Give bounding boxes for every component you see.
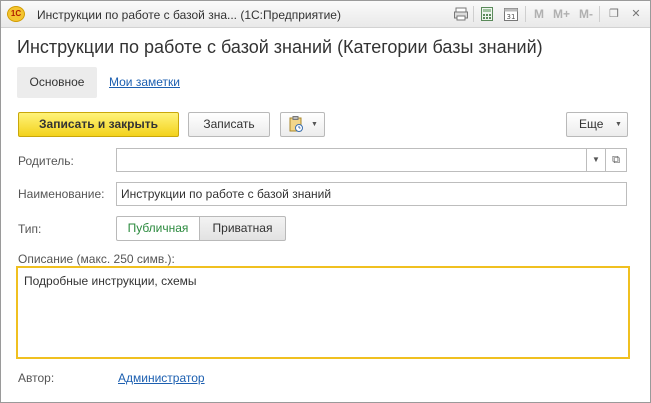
chevron-down-icon: ▼ xyxy=(311,121,318,128)
parent-input[interactable] xyxy=(116,148,587,172)
print-icon[interactable] xyxy=(453,6,469,22)
title-bar: 1С Инструкции по работе с базой зна... (… xyxy=(1,1,650,28)
tab-my-notes[interactable]: Мои заметки xyxy=(109,75,180,89)
type-label: Тип: xyxy=(18,222,42,236)
parent-label: Родитель: xyxy=(18,154,74,168)
parent-open-icon[interactable]: ⧉ xyxy=(605,148,627,172)
tab-main[interactable]: Основное xyxy=(17,67,97,98)
more-button[interactable]: Еще ▼ xyxy=(566,112,628,137)
close-icon[interactable]: ✕ xyxy=(628,6,644,22)
calendar-icon[interactable]: 31 xyxy=(503,6,519,22)
name-label: Наименование: xyxy=(18,187,105,201)
memory-minus-button[interactable]: M- xyxy=(579,7,593,21)
author-link[interactable]: Администратор xyxy=(118,371,205,385)
form-title: Инструкции по работе с базой знаний (Кат… xyxy=(17,37,543,57)
chevron-down-icon: ▼ xyxy=(615,121,622,128)
description-label: Описание (макс. 250 симв.): xyxy=(18,252,175,266)
save-and-close-button[interactable]: Записать и закрыть xyxy=(18,112,179,137)
window-title: Инструкции по работе с базой зна... (1С:… xyxy=(37,8,341,22)
title-separator xyxy=(473,6,474,22)
calculator-icon[interactable] xyxy=(479,6,495,22)
clipboard-icon xyxy=(289,116,303,133)
memory-plus-button[interactable]: M+ xyxy=(553,7,570,21)
restore-icon[interactable]: ❐ xyxy=(606,6,622,22)
type-option-public[interactable]: Публичная xyxy=(116,216,200,241)
calendar-day-label: 31 xyxy=(507,13,516,21)
title-separator xyxy=(525,6,526,22)
type-option-private[interactable]: Приватная xyxy=(199,216,286,241)
attachments-button[interactable]: ▼ xyxy=(280,112,325,137)
name-input[interactable]: Инструкции по работе с базой знаний xyxy=(116,182,627,206)
parent-dropdown-button[interactable]: ▼ xyxy=(586,148,606,172)
1c-logo-icon[interactable]: 1С xyxy=(7,6,25,22)
title-separator xyxy=(599,6,600,22)
memory-m-button[interactable]: M xyxy=(534,7,544,21)
author-label: Автор: xyxy=(18,371,55,385)
app-window: 1С Инструкции по работе с базой зна... (… xyxy=(0,0,651,403)
save-button[interactable]: Записать xyxy=(188,112,270,137)
description-textarea[interactable]: Подробные инструкции, схемы xyxy=(16,266,630,359)
more-button-label: Еще xyxy=(579,117,604,131)
